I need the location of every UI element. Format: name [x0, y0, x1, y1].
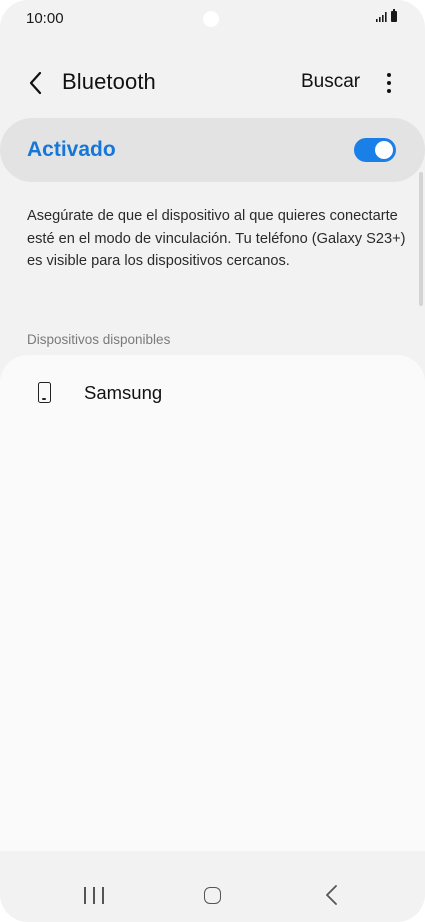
back-icon[interactable]	[322, 884, 342, 906]
screen: 10:00 Bluetooth Buscar Activado Asegúrat…	[0, 0, 425, 922]
more-vert-icon	[387, 73, 391, 77]
app-bar: Bluetooth Buscar	[0, 58, 425, 108]
available-devices-list: Samsung	[0, 355, 425, 851]
navigation-bar	[0, 851, 425, 922]
recents-icon[interactable]	[84, 887, 104, 904]
more-options-button[interactable]	[378, 70, 400, 96]
visibility-description: Asegúrate de que el dispositivo al que q…	[27, 208, 406, 269]
bluetooth-toggle[interactable]	[354, 138, 396, 162]
search-button[interactable]: Buscar	[301, 71, 360, 93]
back-button[interactable]	[22, 68, 50, 98]
battery-icon	[391, 9, 397, 22]
front-camera	[203, 11, 219, 27]
page-title: Bluetooth	[62, 69, 156, 94]
signal-icon	[376, 12, 387, 22]
smartphone-icon	[38, 382, 51, 403]
device-name: Samsung	[84, 382, 163, 403]
bluetooth-master-switch-row[interactable]: Activado	[0, 118, 425, 182]
scrollbar[interactable]	[419, 172, 423, 306]
master-switch-label: Activado	[27, 138, 116, 161]
available-devices-header: Dispositivos disponibles	[27, 332, 171, 347]
status-time: 10:00	[26, 10, 64, 27]
toggle-knob	[375, 141, 393, 159]
home-icon[interactable]	[204, 887, 221, 904]
status-icons	[376, 9, 397, 22]
chevron-left-icon	[29, 71, 42, 95]
status-bar: 10:00	[0, 0, 425, 38]
list-item[interactable]: Samsung	[0, 367, 425, 421]
